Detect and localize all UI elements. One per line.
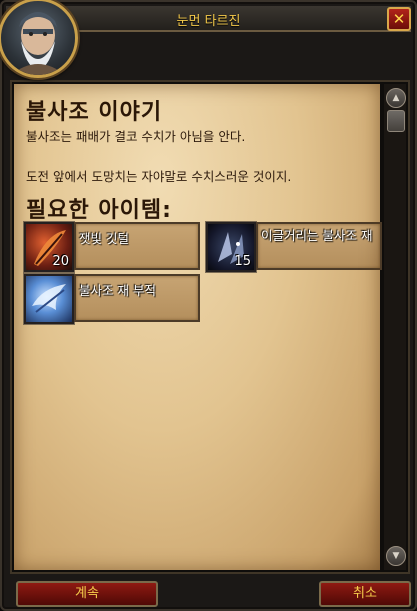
quest-title: 불사조 이야기 — [26, 100, 163, 125]
required-item-ash-talisman[interactable]: 불사조 재 부적 — [24, 274, 200, 324]
scroll-thumb[interactable] — [387, 110, 405, 132]
item-name: 잿빛 깃털 — [79, 231, 129, 246]
cancel-button[interactable]: 취소 — [319, 581, 411, 607]
parchment: 불사조 이야기 불사조는 패배가 결코 수치가 아님을 안다. 도전 앞에서 도… — [14, 84, 382, 570]
required-item-smoldering-ash[interactable]: 15 이글거리는 불사조 재 — [206, 222, 382, 272]
close-button[interactable]: ✕ — [387, 7, 411, 31]
item-count: 20 — [52, 254, 69, 269]
quest-description-line-2: 도전 앞에서 도망치는 자야말로 수치스러운 것이지. — [26, 169, 292, 184]
item-name: 이글거리는 불사조 재 — [261, 228, 373, 243]
quest-description-line-1: 불사조는 패배가 결코 수치가 아님을 안다. — [26, 129, 246, 144]
item-name-bar — [74, 274, 200, 322]
item-count: 15 — [234, 254, 251, 269]
required-items-heading: 필요한 아이템: — [26, 198, 172, 223]
scroll-up-button[interactable]: ▲ — [386, 88, 406, 108]
quest-content-panel: 불사조 이야기 불사조는 패배가 결코 수치가 아님을 안다. 도전 앞에서 도… — [10, 80, 410, 574]
item-name-bar — [74, 222, 200, 270]
npc-portrait — [0, 0, 78, 78]
continue-button[interactable]: 계속 — [16, 581, 158, 607]
smoldering-ash-icon: 15 — [206, 222, 256, 272]
dwarf-portrait-icon — [11, 12, 65, 75]
ash-talisman-icon — [24, 274, 74, 324]
quest-window: 눈먼 타르진 ✕ 불사조 이야기 불사조는 패배가 결코 수치가 아님을 안다.… — [0, 0, 417, 611]
required-item-ash-feather[interactable]: 20 잿빛 깃털 — [24, 222, 200, 272]
close-icon: ✕ — [392, 10, 406, 28]
item-name: 불사조 재 부적 — [79, 283, 156, 298]
scroll-down-button[interactable]: ▼ — [386, 546, 406, 566]
scrollbar[interactable]: ▲ ▼ — [384, 84, 406, 570]
ash-feather-icon: 20 — [24, 222, 74, 272]
